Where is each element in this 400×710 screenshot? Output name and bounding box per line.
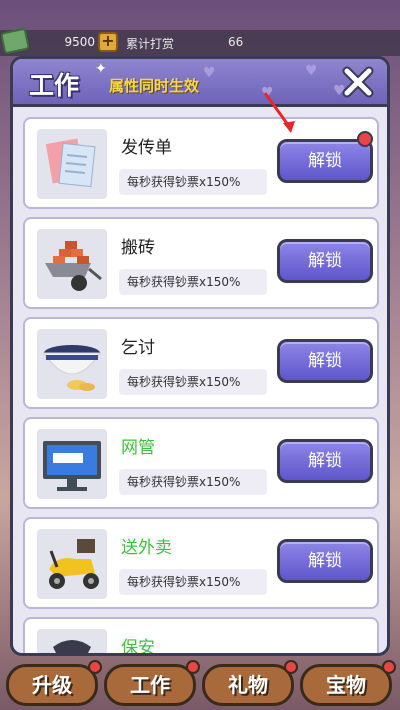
notification-dot [382, 660, 396, 674]
bottom-tab-bar: 升级 工作 礼物 宝物 [0, 656, 400, 710]
arrow-pointer-icon [263, 92, 295, 133]
notification-dot [186, 660, 200, 674]
tip-value: 66 [228, 35, 244, 49]
tab-upgrade[interactable]: 升级 [6, 664, 98, 706]
job-effect: 每秒获得钞票x150% [119, 369, 267, 395]
computer-monitor-icon [37, 429, 107, 499]
sparkle-icon: ✦ [95, 61, 107, 77]
tab-work[interactable]: 工作 [104, 664, 196, 706]
tab-gift[interactable]: 礼物 [202, 664, 294, 706]
job-card-flyer: 发传单 每秒获得钞票x150% 解锁 [23, 117, 379, 209]
job-card-bricks: 搬砖 每秒获得钞票x150% 解锁 [23, 217, 379, 309]
add-money-button[interactable]: + [98, 32, 118, 52]
notification-dot [284, 660, 298, 674]
begging-bowl-icon [37, 329, 107, 399]
modal-title: 工作 [29, 71, 80, 100]
job-effect: 每秒获得钞票x150% [119, 569, 267, 595]
job-effect: 每秒获得钞票x150% [119, 469, 267, 495]
job-name: 发传单 [121, 138, 172, 158]
tab-treasure[interactable]: 宝物 [300, 664, 392, 706]
security-cap-icon [37, 629, 107, 653]
job-name: 送外卖 [121, 538, 172, 558]
modal-subtitle: 属性同时生效 [109, 77, 200, 95]
close-icon [342, 66, 374, 98]
job-effect: 每秒获得钞票x150% [119, 169, 267, 195]
modal-header: ♥ ♥ ♥ ♥ 工作 ✦ 属性同时生效 [13, 59, 387, 107]
scooter-icon [37, 529, 107, 599]
heart-icon: ♥ [203, 65, 216, 81]
unlock-button[interactable]: 解锁 [277, 539, 373, 583]
unlock-button[interactable]: 解锁 [277, 339, 373, 383]
job-name: 网管 [121, 438, 155, 458]
job-card-security: 保安 [23, 617, 379, 656]
notification-dot [88, 660, 102, 674]
job-card-netadmin: 网管 每秒获得钞票x150% 解锁 [23, 417, 379, 509]
heart-icon: ♥ [305, 63, 318, 79]
job-effect: 每秒获得钞票x150% [119, 269, 267, 295]
close-button[interactable] [341, 65, 375, 99]
job-name: 乞讨 [121, 338, 155, 358]
unlock-button[interactable]: 解锁 [277, 239, 373, 283]
job-modal: ♥ ♥ ♥ ♥ 工作 ✦ 属性同时生效 发传单 每秒获得钞票x150% 解锁 搬… [10, 56, 390, 656]
job-list[interactable]: 发传单 每秒获得钞票x150% 解锁 搬砖 每秒获得钞票x150% 解锁 乞讨 … [23, 117, 379, 656]
brick-wheelbarrow-icon [37, 229, 107, 299]
job-card-begging: 乞讨 每秒获得钞票x150% 解锁 [23, 317, 379, 409]
flyer-icon [37, 129, 107, 199]
job-name: 保安 [121, 638, 155, 656]
job-card-delivery: 送外卖 每秒获得钞票x150% 解锁 [23, 517, 379, 609]
unlock-button[interactable]: 解锁 [277, 139, 373, 183]
tip-label: 累计打赏 [126, 37, 175, 51]
job-name: 搬砖 [121, 238, 155, 258]
notification-dot [357, 131, 373, 147]
money-value: 9500 [64, 35, 95, 49]
unlock-button[interactable]: 解锁 [277, 439, 373, 483]
